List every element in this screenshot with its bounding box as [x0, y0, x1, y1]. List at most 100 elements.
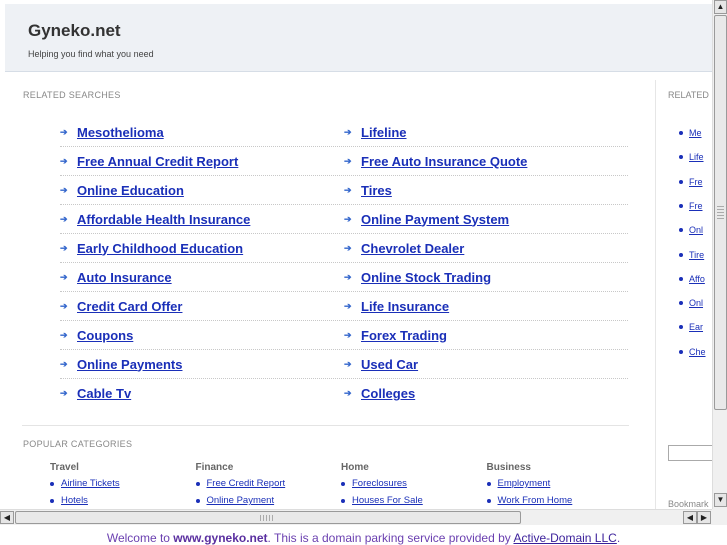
scroll-up-icon[interactable]: ▲ — [714, 0, 727, 14]
search-link[interactable]: Tires — [361, 183, 392, 198]
search-item: ➔ Tires — [344, 176, 628, 204]
horizontal-scroll-thumb[interactable] — [15, 511, 521, 524]
category-link[interactable]: Hotels — [61, 495, 88, 506]
popular-categories-heading: POPULAR CATEGORIES — [23, 439, 133, 449]
sidebar-link-item: Life — [679, 152, 704, 162]
search-item: ➔ Life Insurance — [344, 292, 628, 320]
search-link[interactable]: Coupons — [77, 328, 133, 343]
sidebar-link[interactable]: Onl — [689, 225, 703, 235]
arrow-right-icon: ➔ — [60, 155, 68, 166]
arrow-right-icon: ➔ — [344, 126, 352, 137]
sidebar-link[interactable]: Fre — [689, 177, 703, 187]
search-link[interactable]: Online Stock Trading — [361, 270, 491, 285]
search-link[interactable]: Forex Trading — [361, 328, 447, 343]
category-link[interactable]: Employment — [498, 478, 551, 489]
sidebar-link-item: Fre — [679, 201, 703, 211]
site-tagline: Helping you find what you need — [28, 49, 154, 59]
sidebar-link[interactable]: Affo — [689, 274, 705, 284]
category-title: Finance — [195, 462, 234, 473]
search-row: ➔ Cable Tv ➔ Colleges — [60, 379, 628, 408]
bullet-icon — [486, 499, 491, 503]
bullet-icon — [679, 179, 683, 184]
category-title: Business — [486, 462, 531, 473]
divider — [22, 425, 629, 426]
search-link[interactable]: Credit Card Offer — [77, 299, 182, 314]
arrow-right-icon: ➔ — [60, 271, 68, 282]
sidebar-link-item: Ear — [679, 322, 703, 332]
sidebar-search-input[interactable] — [668, 445, 712, 461]
search-link[interactable]: Auto Insurance — [77, 270, 172, 285]
bullet-icon — [486, 482, 491, 486]
bullet-icon — [195, 482, 200, 486]
horizontal-scrollbar[interactable]: ◀ ◀ ▶ — [0, 509, 712, 525]
bullet-icon — [679, 301, 683, 306]
search-link[interactable]: Free Auto Insurance Quote — [361, 154, 527, 169]
sidebar-link-item: Onl — [679, 298, 703, 308]
bookmark-link[interactable]: Bookmark — [668, 499, 709, 509]
parking-notice: Welcome to www.gyneko.net. This is a dom… — [0, 525, 727, 545]
search-item: ➔ Credit Card Offer — [60, 292, 344, 320]
sidebar-link[interactable]: Onl — [689, 298, 703, 308]
scroll-left-icon[interactable]: ◀ — [683, 511, 697, 524]
search-item: ➔ Early Childhood Education — [60, 234, 344, 262]
scroll-right-icon[interactable]: ▶ — [697, 511, 711, 524]
scroll-down-icon[interactable]: ▼ — [714, 493, 727, 507]
scrollbar-corner — [712, 509, 727, 525]
bullet-icon — [679, 252, 683, 257]
arrow-right-icon: ➔ — [60, 184, 68, 195]
search-item: ➔ Used Car — [344, 350, 628, 378]
arrow-right-icon: ➔ — [344, 271, 352, 282]
vertical-scrollbar[interactable]: ▲ ▼ — [712, 0, 727, 509]
sidebar-link[interactable]: Tire — [689, 250, 704, 260]
sidebar-link-item: Fre — [679, 177, 703, 187]
search-link[interactable]: Used Car — [361, 357, 418, 372]
vertical-scroll-thumb[interactable] — [714, 15, 727, 410]
sidebar-link[interactable]: Fre — [689, 201, 703, 211]
sidebar-link-item: Me — [679, 128, 702, 138]
category-item: Employment — [486, 477, 627, 494]
search-link[interactable]: Online Education — [77, 183, 184, 198]
category-column: Travel Airline Tickets Hotels — [50, 462, 190, 511]
category-link[interactable]: Online Payment — [207, 495, 275, 506]
bullet-icon — [50, 499, 54, 503]
sidebar-link[interactable]: Che — [689, 347, 706, 357]
scroll-left-icon[interactable]: ◀ — [0, 511, 14, 524]
provider-link[interactable]: Active-Domain LLC — [513, 531, 616, 545]
arrow-right-icon: ➔ — [344, 155, 352, 166]
search-row: ➔ Online Education ➔ Tires — [60, 176, 628, 205]
search-link[interactable]: Early Childhood Education — [77, 241, 243, 256]
category-link[interactable]: Work From Home — [498, 495, 573, 506]
sidebar-link[interactable]: Ear — [689, 322, 703, 332]
category-link[interactable]: Foreclosures — [352, 478, 407, 489]
search-link[interactable]: Life Insurance — [361, 299, 449, 314]
search-link[interactable]: Online Payments — [77, 357, 182, 372]
search-link[interactable]: Cable Tv — [77, 386, 131, 401]
sidebar-link-item: Che — [679, 347, 706, 357]
search-item: ➔ Online Education — [60, 176, 344, 204]
search-item: ➔ Colleges — [344, 379, 628, 408]
category-link[interactable]: Airline Tickets — [61, 478, 120, 489]
arrow-right-icon: ➔ — [60, 358, 68, 369]
arrow-right-icon: ➔ — [60, 300, 68, 311]
search-item: ➔ Mesothelioma — [60, 118, 344, 146]
search-item: ➔ Lifeline — [344, 118, 628, 146]
category-item: Free Credit Report — [195, 477, 336, 494]
sidebar-link[interactable]: Life — [689, 152, 704, 162]
category-link[interactable]: Houses For Sale — [352, 495, 423, 506]
category-link[interactable]: Free Credit Report — [207, 478, 286, 489]
search-link[interactable]: Mesothelioma — [77, 125, 164, 140]
search-item: ➔ Online Payments — [60, 350, 344, 378]
search-row: ➔ Coupons ➔ Forex Trading — [60, 321, 628, 350]
arrow-right-icon: ➔ — [60, 213, 68, 224]
search-link[interactable]: Colleges — [361, 386, 415, 401]
related-searches-heading: RELATED SEARCHES — [23, 90, 121, 100]
search-item: ➔ Free Annual Credit Report — [60, 147, 344, 175]
notice-middle: . This is a domain parking service provi… — [267, 531, 514, 545]
search-link[interactable]: Affordable Health Insurance — [77, 212, 250, 227]
sidebar-link[interactable]: Me — [689, 128, 702, 138]
search-link[interactable]: Lifeline — [361, 125, 407, 140]
site-title: Gyneko.net — [28, 21, 121, 40]
search-link[interactable]: Online Payment System — [361, 212, 509, 227]
search-link[interactable]: Chevrolet Dealer — [361, 241, 464, 256]
search-link[interactable]: Free Annual Credit Report — [77, 154, 238, 169]
